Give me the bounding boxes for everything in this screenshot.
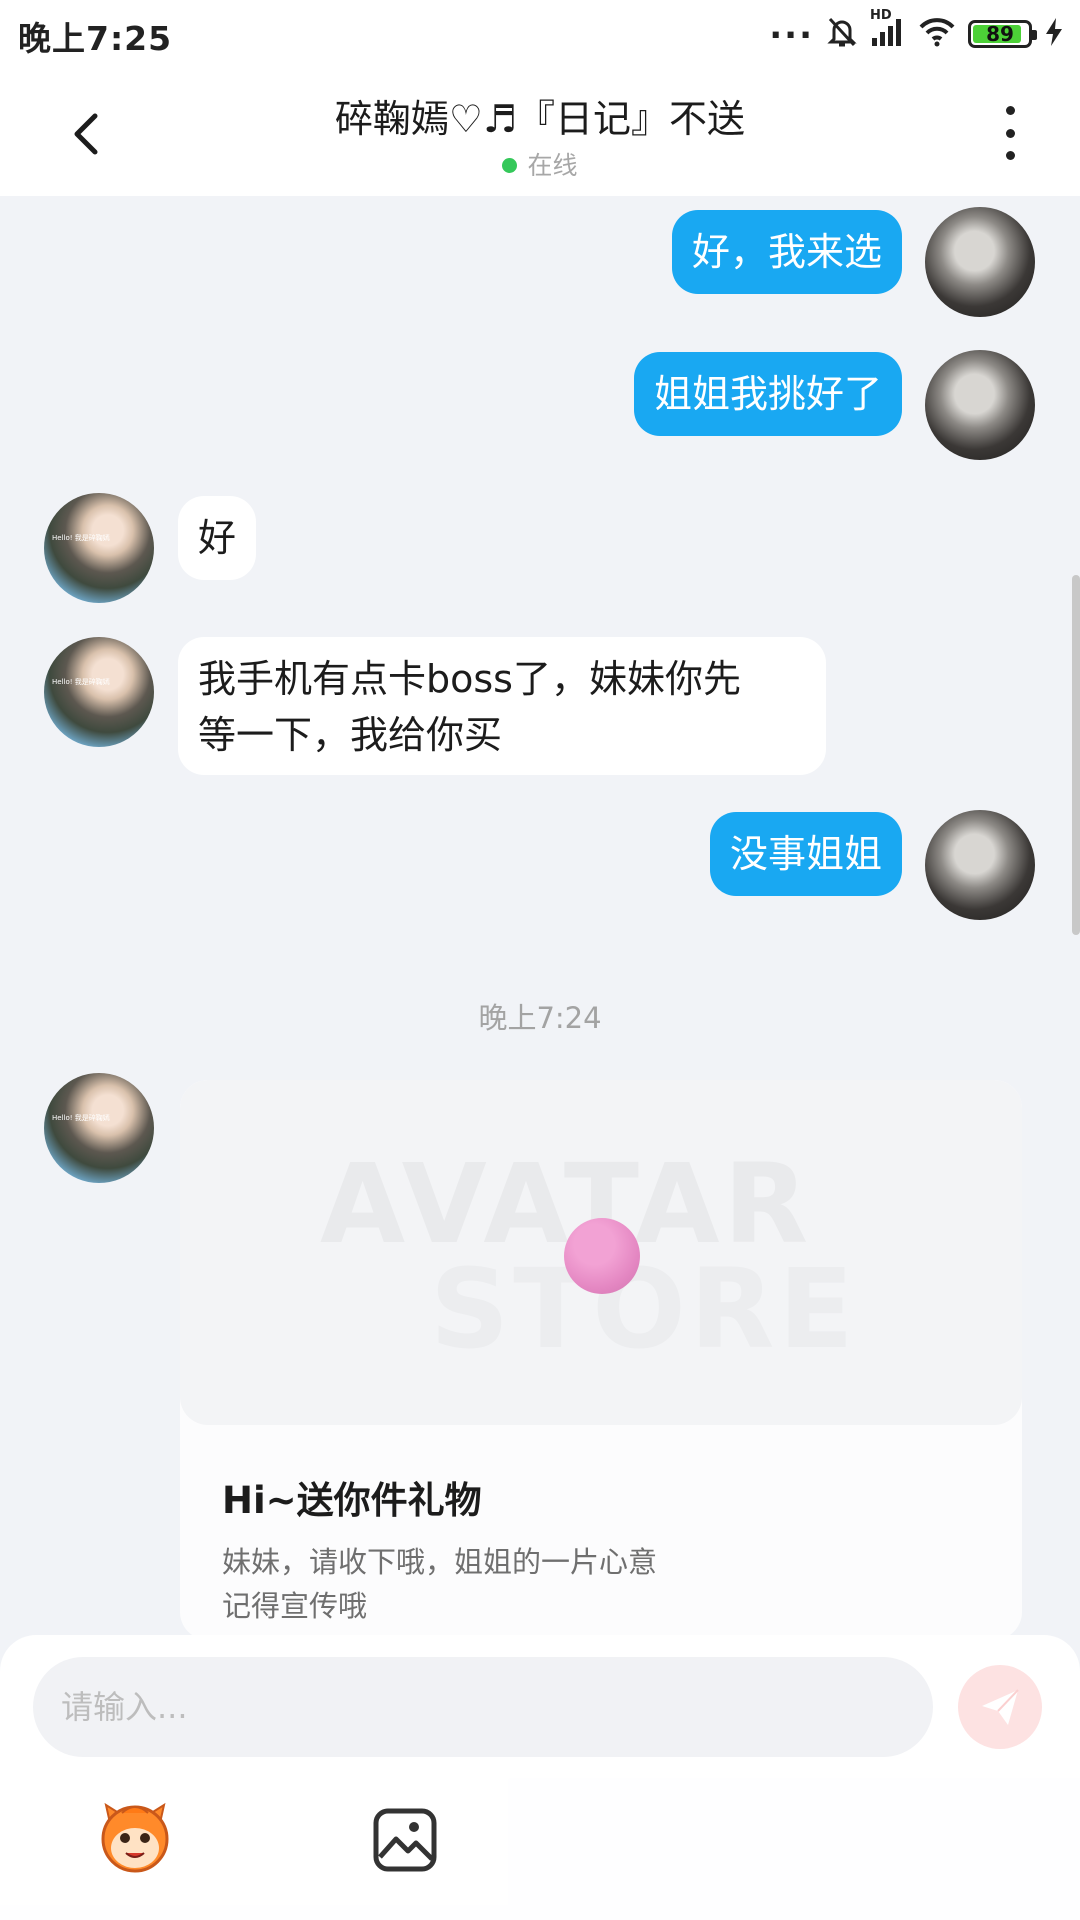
gift-ball-icon [564, 1218, 640, 1294]
contact-avatar-text: Hello! 我是碎鞠嫣 [52, 534, 110, 542]
message-bubble-outgoing[interactable]: 没事姐姐 [709, 812, 902, 896]
wifi-icon [918, 17, 956, 51]
gift-image: AVATAR STORE [180, 1080, 1022, 1425]
message-bubble-incoming[interactable]: 好 [178, 496, 257, 580]
contact-avatar-text: Hello! 我是碎鞠嫣 [52, 1114, 110, 1122]
message-bubble-incoming[interactable]: 我手机有点卡boss了，妹妹你先 等一下，我给你买 [178, 637, 826, 775]
scrollbar[interactable] [1072, 575, 1080, 935]
contact-avatar-text: Hello! 我是碎鞠嫣 [52, 678, 110, 686]
online-dot [502, 158, 518, 173]
my-avatar[interactable] [925, 207, 1035, 317]
gift-description-line: 记得宣传哦 [222, 1589, 368, 1623]
chat-title: 碎鞠嫣♡♬『日记』不送 [334, 97, 746, 141]
input-area [0, 1635, 1080, 1920]
online-status-text: 在线 [527, 151, 578, 180]
emoji-icon [101, 1802, 169, 1873]
more-notifications-icon: ... [769, 7, 814, 47]
status-time: 晚上7:25 [18, 19, 173, 58]
online-status: 在线 [0, 146, 1080, 182]
send-icon [982, 1689, 1019, 1725]
contact-avatar[interactable]: Hello! 我是碎鞠嫣 [44, 637, 154, 747]
message-bubble-outgoing[interactable]: 姐姐我挑好了 [633, 352, 902, 436]
message-timestamp: 晚上7:24 [478, 1001, 602, 1035]
charging-icon [1044, 17, 1064, 51]
message-bubble-outgoing[interactable]: 好，我来选 [671, 210, 902, 294]
chat-header: 碎鞠嫣♡♬『日记』不送 在线 [0, 68, 1080, 196]
image-button[interactable] [370, 1805, 440, 1875]
battery-icon: 89 [968, 20, 1037, 48]
contact-avatar[interactable]: Hello! 我是碎鞠嫣 [44, 493, 154, 603]
gift-title: Hi~送你件礼物 [222, 1479, 482, 1522]
battery-percent: 89 [986, 22, 1014, 46]
contact-avatar[interactable]: Hello! 我是碎鞠嫣 [44, 1073, 154, 1183]
mute-bell-icon [826, 15, 858, 53]
signal-icon: HD [870, 8, 906, 52]
gift-card[interactable]: AVATAR STORE Hi~送你件礼物 妹妹，请收下哦，姐姐的一片心意 记得… [180, 1080, 1022, 1640]
message-line: 等一下，我给你买 [198, 713, 503, 757]
more-options-button[interactable] [990, 98, 1030, 168]
more-vertical-icon [1005, 106, 1015, 115]
image-icon [373, 1808, 437, 1872]
my-avatar[interactable] [925, 350, 1035, 460]
my-avatar[interactable] [925, 810, 1035, 920]
status-bar: 晚上7:25 ... HD 89 [0, 0, 1080, 68]
gift-description: 妹妹，请收下哦，姐姐的一片心意 记得宣传哦 [222, 1540, 657, 1628]
gift-description-line: 妹妹，请收下哦，姐姐的一片心意 [222, 1545, 658, 1579]
emoji-button[interactable] [92, 1793, 178, 1879]
watermark-text: STORE [430, 1245, 858, 1373]
message-input[interactable] [33, 1657, 933, 1757]
status-icons: ... HD 89 [769, 7, 1064, 54]
send-button[interactable] [958, 1665, 1042, 1749]
message-line: 我手机有点卡boss了，妹妹你先 [198, 657, 741, 701]
